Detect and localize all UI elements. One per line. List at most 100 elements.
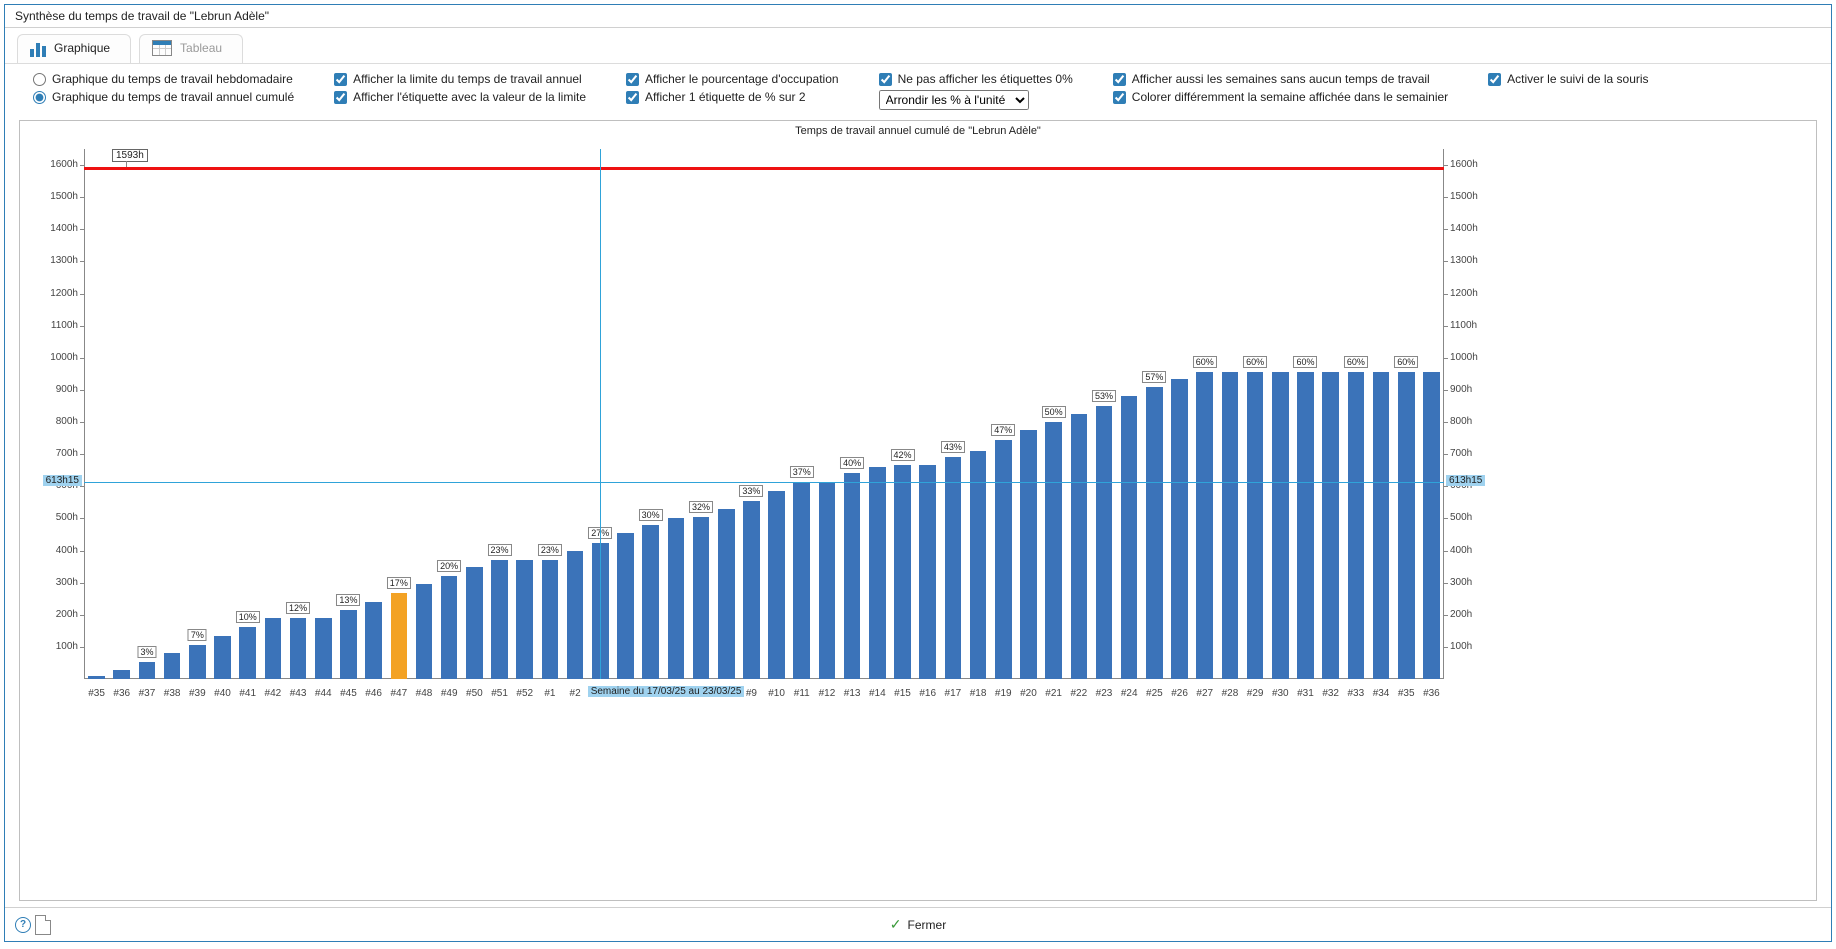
limit-label: 1593h xyxy=(112,149,148,162)
x-tick-label: #1 xyxy=(544,688,555,699)
chart-bar[interactable] xyxy=(164,653,181,679)
chart-bar[interactable] xyxy=(542,560,559,679)
bar-pct-label: 20% xyxy=(437,560,461,572)
chart-bar[interactable] xyxy=(466,567,483,679)
cb-color-current[interactable]: Colorer différemment la semaine affichée… xyxy=(1113,90,1448,104)
x-tick-label: #13 xyxy=(844,688,861,699)
chart-bar[interactable] xyxy=(1247,372,1264,679)
x-tick-label: #33 xyxy=(1348,688,1365,699)
chart-bar[interactable] xyxy=(340,610,357,679)
chart-bar[interactable] xyxy=(139,662,156,679)
chart-bar[interactable] xyxy=(239,627,256,679)
chart-bar[interactable] xyxy=(189,645,206,679)
chart-bar[interactable] xyxy=(113,670,130,679)
chart-bar[interactable] xyxy=(365,602,382,679)
chart-bar[interactable] xyxy=(1322,372,1339,679)
radio-weekly[interactable]: Graphique du temps de travail hebdomadai… xyxy=(33,72,294,86)
bar-chart-icon xyxy=(30,39,46,57)
chart-bar[interactable] xyxy=(919,465,936,679)
bar-pct-label: 57% xyxy=(1142,371,1166,383)
chart-bar[interactable] xyxy=(1020,430,1037,679)
chart-bar[interactable] xyxy=(1222,372,1239,679)
chart-bar[interactable] xyxy=(1171,379,1188,679)
x-tick-label: #22 xyxy=(1070,688,1087,699)
chart-bar[interactable] xyxy=(491,560,508,679)
close-button[interactable]: ✓ Fermer xyxy=(880,914,956,935)
chart-bar[interactable] xyxy=(1146,387,1163,679)
chart-bar[interactable] xyxy=(869,467,886,679)
chart-bar[interactable] xyxy=(1121,396,1138,679)
bar-pct-label: 37% xyxy=(790,466,814,478)
chart-bar[interactable] xyxy=(290,618,307,679)
chart-bar[interactable] xyxy=(970,451,987,679)
chart-bar[interactable] xyxy=(1272,372,1289,679)
select-round[interactable]: Arrondir les % à l'unité xyxy=(879,90,1029,110)
x-tick-label: #36 xyxy=(113,688,130,699)
cursor-horizontal xyxy=(84,482,1444,483)
x-tick-label: #35 xyxy=(1398,688,1415,699)
chart-bar[interactable] xyxy=(995,440,1012,679)
chart-plot-area[interactable]: 100h100h200h200h300h300h400h400h500h500h… xyxy=(84,149,1444,679)
radio-annual[interactable]: Graphique du temps de travail annuel cum… xyxy=(33,90,294,104)
chart-bar[interactable] xyxy=(894,465,911,679)
chart-bar[interactable] xyxy=(416,584,433,679)
chart-bar[interactable] xyxy=(844,473,861,679)
tab-tableau[interactable]: Tableau xyxy=(139,34,243,63)
chart-bar[interactable] xyxy=(1297,372,1314,679)
chart-bar[interactable] xyxy=(1045,422,1062,679)
x-tick-label: #48 xyxy=(416,688,433,699)
chart-bar[interactable] xyxy=(441,576,458,679)
cb-show-empty-weeks[interactable]: Afficher aussi les semaines sans aucun t… xyxy=(1113,72,1448,86)
tab-graphique[interactable]: Graphique xyxy=(17,34,131,63)
chart-bar[interactable] xyxy=(768,491,785,679)
close-label: Fermer xyxy=(908,918,947,932)
chart-bar[interactable] xyxy=(718,509,735,679)
chart-bar[interactable] xyxy=(265,618,282,679)
chart-bar[interactable] xyxy=(945,457,962,679)
chart-bar[interactable] xyxy=(1398,372,1415,679)
x-tick-label: #9 xyxy=(746,688,757,699)
chart-bar[interactable] xyxy=(1348,372,1365,679)
bar-pct-label: 42% xyxy=(891,449,915,461)
chart-bar[interactable] xyxy=(1373,372,1390,679)
cb-show-1of2[interactable]: Afficher 1 étiquette de % sur 2 xyxy=(626,90,839,104)
cb-hide-zero[interactable]: Ne pas afficher les étiquettes 0% xyxy=(879,72,1073,86)
x-tick-label: #39 xyxy=(189,688,206,699)
chart-bar[interactable] xyxy=(391,593,408,679)
cb-show-limit[interactable]: Afficher la limite du temps de travail a… xyxy=(334,72,586,86)
cb-mouse-track[interactable]: Activer le suivi de la souris xyxy=(1488,72,1648,86)
bar-pct-label: 60% xyxy=(1293,356,1317,368)
x-tick-label: #43 xyxy=(290,688,307,699)
bar-pct-label: 13% xyxy=(336,594,360,606)
chart-bar[interactable] xyxy=(88,676,105,679)
x-tick-label: #25 xyxy=(1146,688,1163,699)
x-tick-label: #26 xyxy=(1171,688,1188,699)
chart-bar[interactable] xyxy=(668,518,685,679)
chart-bar[interactable] xyxy=(1196,372,1213,679)
document-icon[interactable] xyxy=(35,915,51,935)
chart-bar[interactable] xyxy=(214,636,231,679)
chart-container: Temps de travail annuel cumulé de "Lebru… xyxy=(19,120,1817,901)
x-tick-label: #14 xyxy=(869,688,886,699)
chart-bar[interactable] xyxy=(1096,406,1113,679)
cb-show-pct[interactable]: Afficher le pourcentage d'occupation xyxy=(626,72,839,86)
cursor-y-label-right: 613h15 xyxy=(1446,475,1485,486)
cb-show-limit-value[interactable]: Afficher l'étiquette avec la valeur de l… xyxy=(334,90,586,104)
chart-bar[interactable] xyxy=(617,533,634,679)
chart-bar[interactable] xyxy=(819,482,836,679)
chart-bar[interactable] xyxy=(516,560,533,679)
chart-bar[interactable] xyxy=(743,501,760,679)
chart-bar[interactable] xyxy=(567,551,584,679)
chart-bar[interactable] xyxy=(793,482,810,679)
chart-bar[interactable] xyxy=(315,618,332,679)
cursor-vertical xyxy=(600,149,601,679)
chart-bar[interactable] xyxy=(693,517,710,679)
bar-pct-label: 12% xyxy=(286,602,310,614)
chart-bar[interactable] xyxy=(1423,372,1440,679)
x-tick-label: #31 xyxy=(1297,688,1314,699)
help-area: ? xyxy=(15,915,51,935)
chart-bar[interactable] xyxy=(642,525,659,679)
help-icon[interactable]: ? xyxy=(15,917,31,933)
window-title: Synthèse du temps de travail de "Lebrun … xyxy=(5,5,1831,28)
chart-bar[interactable] xyxy=(1071,414,1088,679)
